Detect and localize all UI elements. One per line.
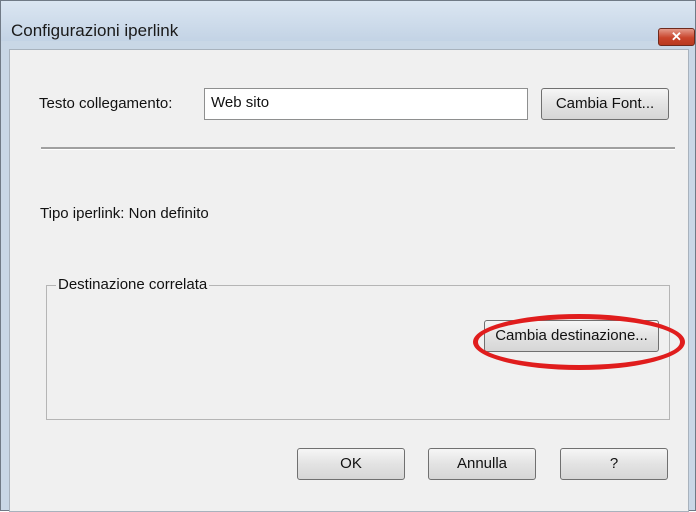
link-text-label: Testo collegamento: [39,95,173,112]
window-title: Configurazioni iperlink [11,21,179,40]
cancel-button[interactable]: Annulla [428,448,536,480]
hyperlink-settings-dialog: Configurazioni iperlink ✕ Testo collegam… [0,0,696,512]
title-bar[interactable]: Configurazioni iperlink ✕ [1,1,695,46]
change-font-button[interactable]: Cambia Font... [541,88,669,120]
dialog-body: Testo collegamento: Web sito Cambia Font… [9,49,689,512]
highlight-circle [473,314,685,370]
ok-button[interactable]: OK [297,448,405,480]
hyperlink-type-text: Tipo iperlink: Non definito [40,205,209,222]
destination-group-label: Destinazione correlata [56,276,210,293]
help-button[interactable]: ? [560,448,668,480]
separator [41,147,675,150]
link-text-input[interactable]: Web sito [204,88,528,120]
close-button[interactable]: ✕ [658,28,695,46]
close-icon: ✕ [671,29,682,44]
